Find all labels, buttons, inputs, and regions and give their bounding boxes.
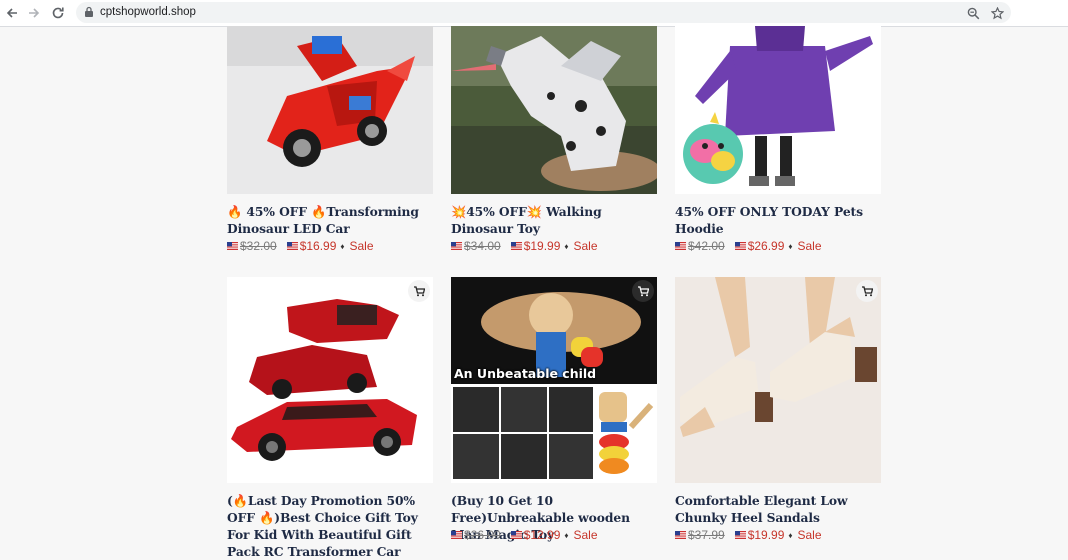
us-flag-icon [286,242,298,250]
forward-button[interactable] [24,3,44,23]
product-image[interactable] [227,26,433,194]
us-flag-icon [510,242,522,250]
original-price: $32.00 [240,239,277,253]
product-image[interactable] [451,26,657,194]
original-price: $42.00 [688,239,725,253]
us-flag-icon [734,242,746,250]
us-flag-icon [227,242,238,250]
price-row: $32.00 $16.99 ♦ Sale [227,238,447,254]
sale-price: $16.99 [299,239,337,253]
browser-toolbar: cptshopworld.shop [0,0,1068,27]
product-title[interactable]: 🔥 45% OFF 🔥Transforming Dinosaur LED Car [227,203,433,237]
us-flag-icon [451,531,462,539]
cart-icon [414,286,425,297]
original-price: $34.00 [464,239,501,253]
sale-label: Sale [573,528,598,542]
price-row: $26.00 $12.99 ♦ Sale [451,527,671,543]
product-title[interactable]: 45% OFF ONLY TODAY Pets Hoodie [675,203,881,237]
price-row: $37.99 $19.99 ♦ Sale [675,527,895,543]
sale-label: Sale [349,239,374,253]
reload-button[interactable] [48,3,68,23]
us-flag-icon [734,531,746,539]
us-flag-icon [675,242,686,250]
sort-caret-icon: ♦ [788,531,793,540]
add-to-cart-button[interactable] [856,280,878,302]
url-text: cptshopworld.shop [100,6,196,18]
us-flag-icon [510,531,522,539]
sale-price: $19.99 [747,528,785,542]
price-row: $42.00 $26.99 ♦ Sale [675,238,895,254]
sort-caret-icon: ♦ [564,242,569,251]
price-row: $34.00 $19.99 ♦ Sale [451,238,671,254]
back-button[interactable] [2,3,22,23]
address-bar[interactable]: cptshopworld.shop [76,2,1011,23]
original-price: $37.99 [688,528,725,542]
sale-price: $26.99 [747,239,785,253]
product-image[interactable] [675,26,881,194]
bookmark-button[interactable] [988,4,1006,22]
image-caption: An Unbeatable child [454,366,597,381]
sale-label: Sale [573,239,598,253]
cart-icon [638,286,649,297]
product-image[interactable] [675,277,881,483]
arrow-right-icon [29,8,40,18]
add-to-cart-button[interactable] [408,280,430,302]
us-flag-icon [451,242,462,250]
sort-caret-icon: ♦ [788,242,793,251]
original-price: $26.00 [464,528,501,542]
reload-icon [52,7,64,19]
sale-price: $19.99 [523,239,561,253]
zoom-button[interactable] [964,4,982,22]
product-image[interactable]: An Unbeatable child [451,277,657,483]
product-image[interactable] [227,277,433,483]
magnifier-icon [967,7,979,19]
lock-icon [85,6,93,17]
us-flag-icon [675,531,686,539]
sale-price: $12.99 [523,528,561,542]
sort-caret-icon: ♦ [564,531,569,540]
sort-caret-icon: ♦ [340,242,345,251]
cart-icon [862,286,873,297]
arrow-left-icon [6,8,17,18]
product-title[interactable]: Comfortable Elegant Low Chunky Heel Sand… [675,492,881,526]
product-title[interactable]: (🔥Last Day Promotion 50% OFF 🔥)Best Choi… [227,492,433,560]
sale-label: Sale [797,239,822,253]
sale-label: Sale [797,528,822,542]
star-icon [990,6,1004,19]
product-title[interactable]: 💥45% OFF💥 Walking Dinosaur Toy [451,203,657,237]
add-to-cart-button[interactable] [632,280,654,302]
